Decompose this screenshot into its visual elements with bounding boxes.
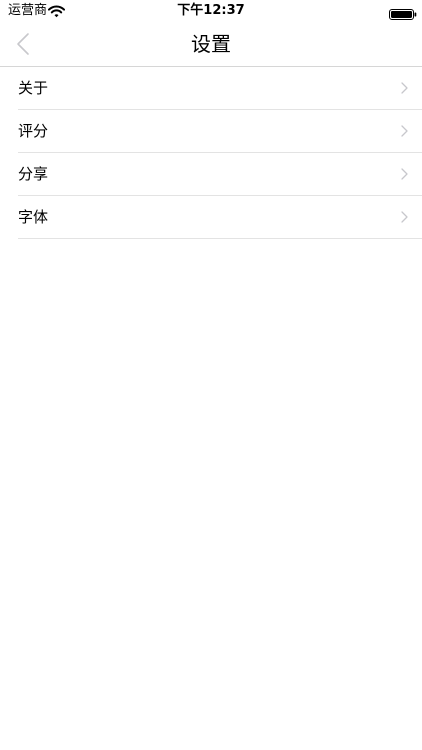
status-bar: 运营商 下午12:37 — [0, 0, 422, 22]
settings-item-about[interactable]: 关于 — [18, 67, 422, 110]
chevron-right-icon — [401, 125, 408, 137]
settings-item-label: 关于 — [18, 79, 49, 97]
settings-item-label: 评分 — [18, 122, 49, 140]
battery-icon — [389, 5, 417, 20]
navigation-bar: 设置 — [0, 22, 422, 67]
page-title: 设置 — [191, 32, 231, 56]
settings-list: 关于 评分 分享 字体 — [0, 67, 422, 239]
settings-item-label: 分享 — [18, 165, 49, 183]
chevron-right-icon — [401, 168, 408, 180]
settings-item-label: 字体 — [18, 208, 49, 226]
status-time: 下午12:37 — [177, 3, 245, 18]
settings-item-font[interactable]: 字体 — [18, 196, 422, 239]
chevron-right-icon — [401, 211, 408, 223]
chevron-right-icon — [401, 82, 408, 94]
settings-item-rate[interactable]: 评分 — [18, 110, 422, 153]
settings-item-share[interactable]: 分享 — [18, 153, 422, 196]
